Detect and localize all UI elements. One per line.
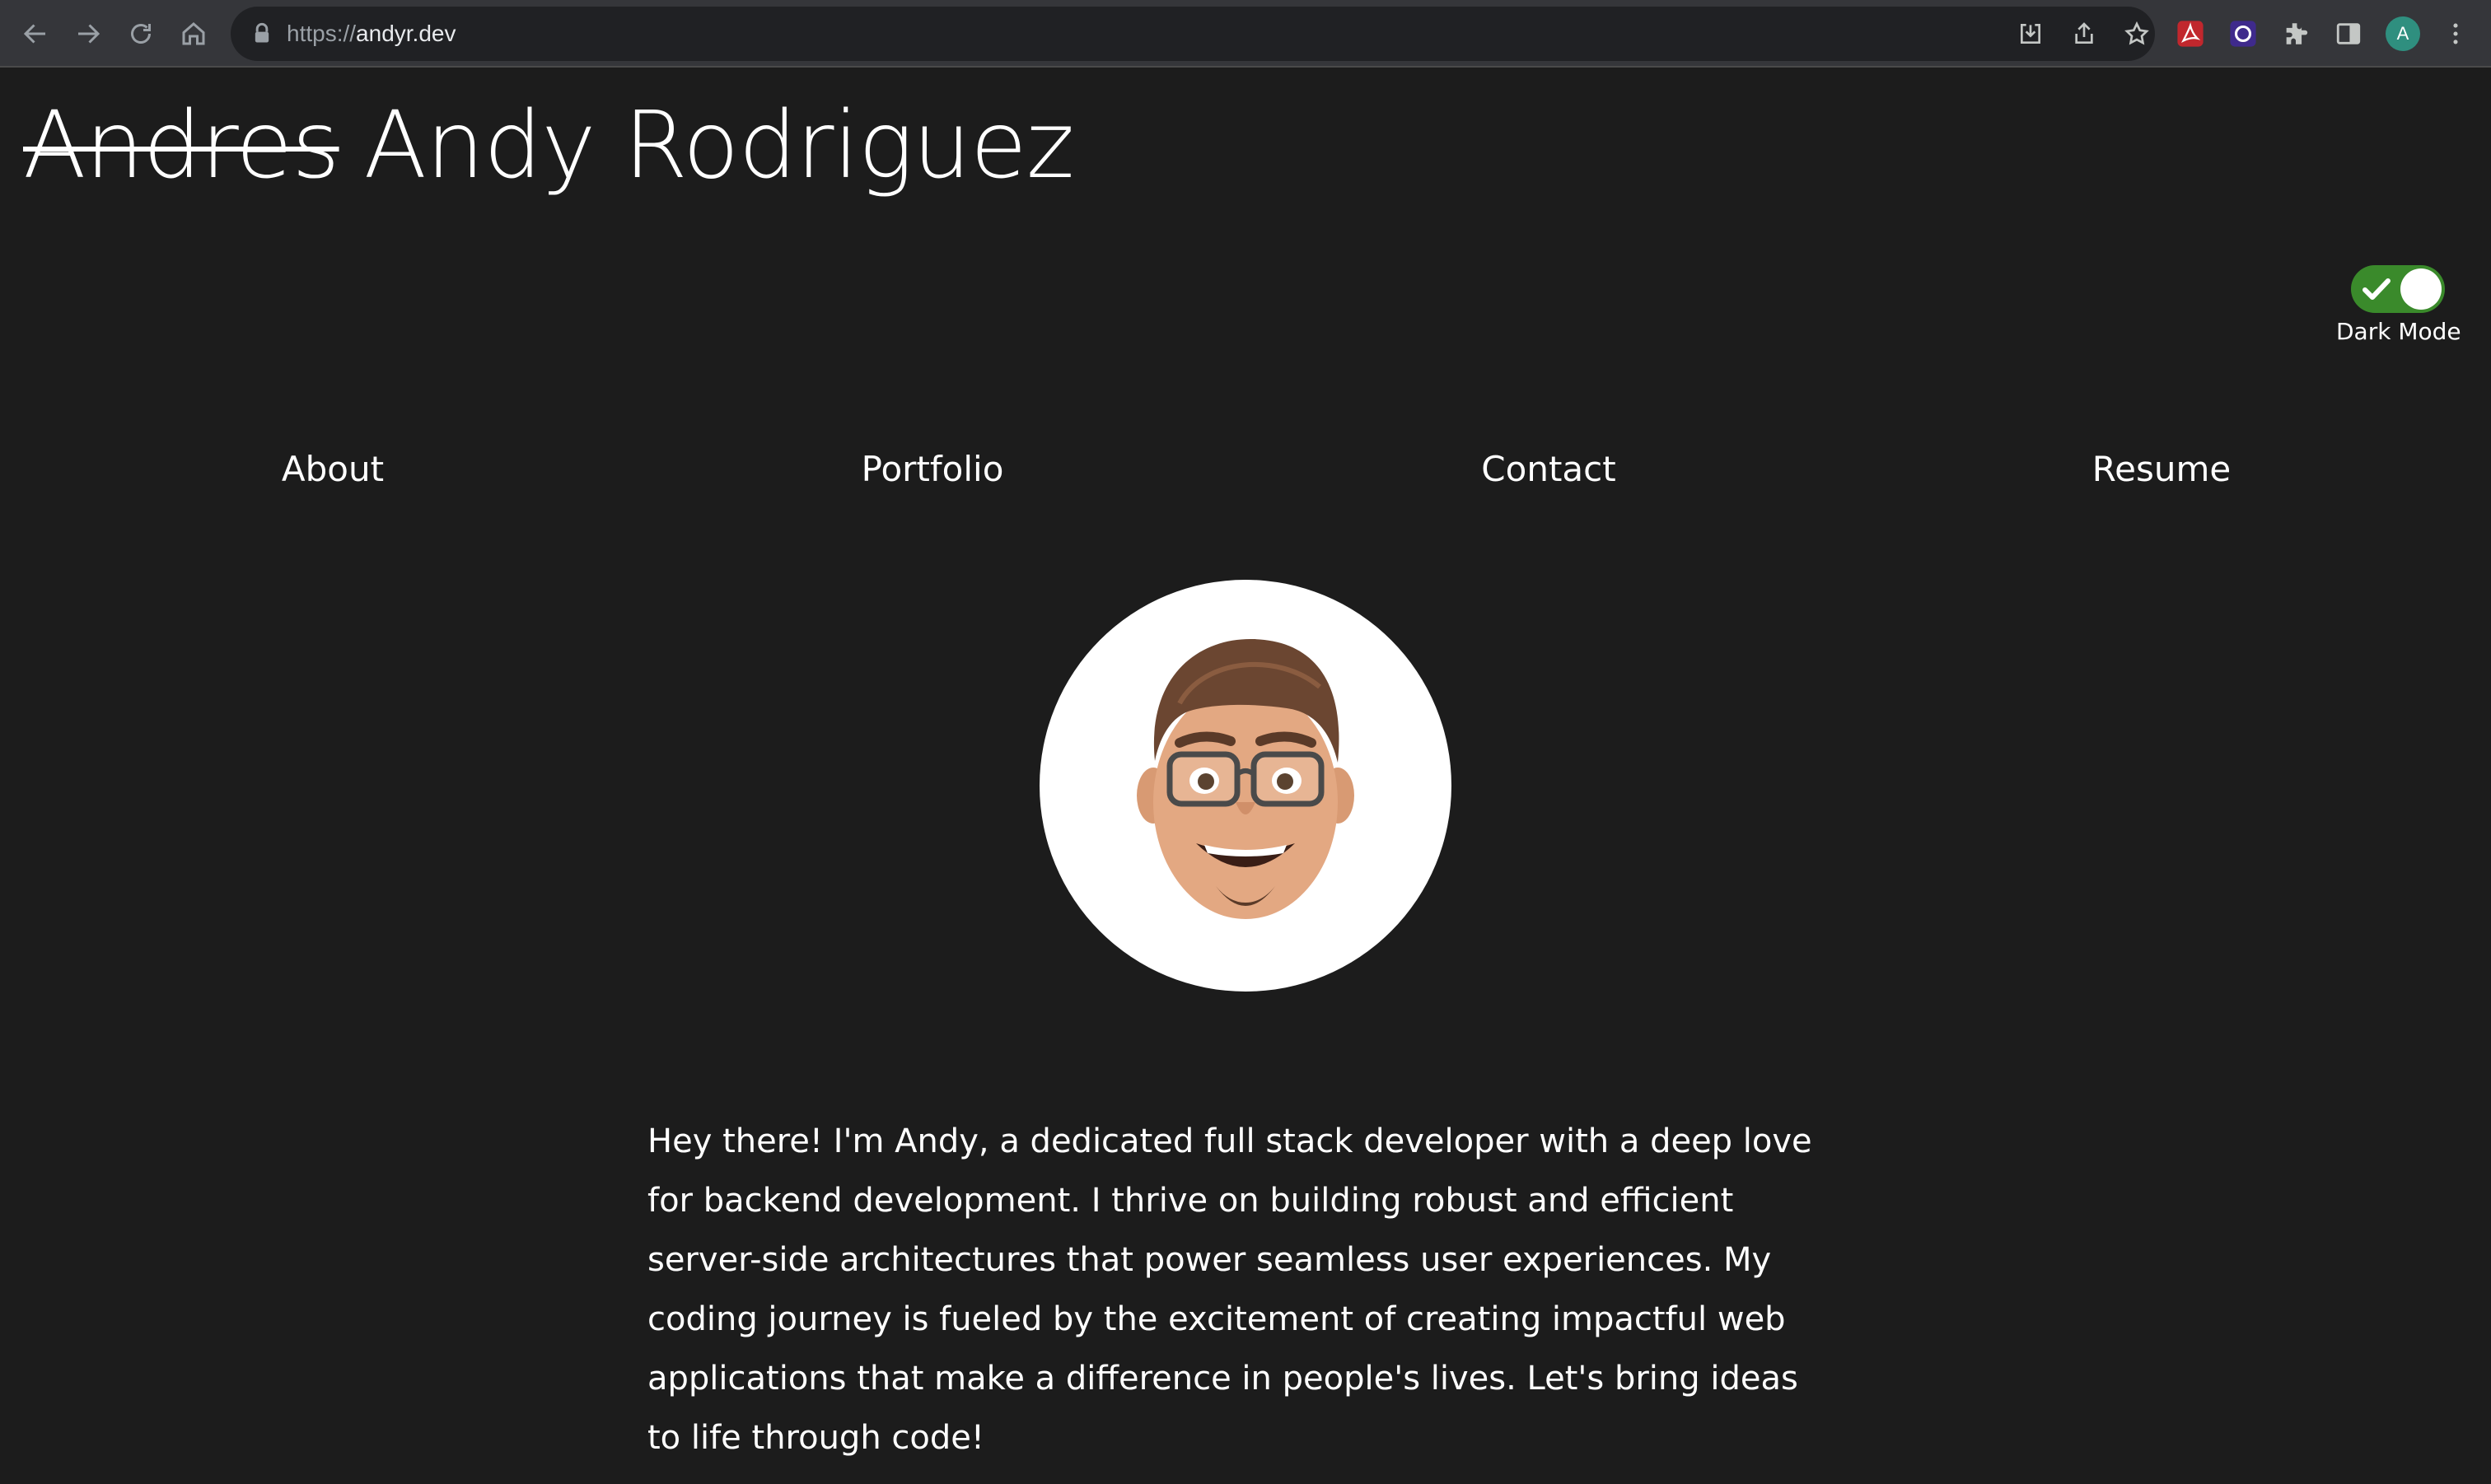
puzzle-extensions-icon: [2286, 23, 2308, 44]
install-app-button[interactable]: [2015, 18, 2046, 49]
back-icon: [23, 24, 45, 44]
browser-menu-button[interactable]: [2437, 15, 2475, 53]
address-bar[interactable]: https://andyr.dev: [231, 7, 2155, 61]
home-button[interactable]: [173, 13, 214, 54]
kebab-menu-icon: [2453, 23, 2458, 44]
url-host: andyr.dev: [356, 21, 456, 46]
side-panel-icon: [2336, 23, 2361, 44]
acrobat-extension-button[interactable]: [2171, 15, 2209, 53]
lock-icon[interactable]: [250, 22, 273, 45]
toggle-knob: [2400, 268, 2442, 310]
acrobat-extension-icon: [2177, 21, 2204, 47]
o-extension-button[interactable]: [2224, 15, 2262, 53]
struck-old-name: Andres: [23, 92, 340, 199]
reload-icon: [131, 24, 151, 44]
nav-portfolio[interactable]: Portfolio: [862, 436, 1004, 502]
dark-mode-control: Dark Mode: [2336, 265, 2461, 345]
reload-button[interactable]: [120, 13, 161, 54]
install-icon: [2021, 24, 2040, 44]
site-title: Andres Andy Rodriguez: [23, 91, 1075, 201]
page-content: Andres Andy Rodriguez Dark Mode About Por…: [0, 68, 2491, 1484]
forward-icon: [78, 24, 100, 44]
extensions-button[interactable]: [2277, 15, 2315, 53]
o-extension-icon: [2230, 21, 2256, 47]
share-button[interactable]: [2068, 18, 2100, 49]
bio-paragraph: Hey there! I'm Andy, a dedicated full st…: [647, 1122, 1812, 1457]
bookmark-button[interactable]: [2121, 18, 2152, 49]
nav-resume[interactable]: Resume: [2092, 436, 2231, 502]
nav-contact[interactable]: Contact: [1481, 436, 1615, 502]
main-nav: About Portfolio Contact Resume: [0, 436, 2491, 502]
side-panel-button[interactable]: [2330, 15, 2367, 53]
checkmark-icon: [2362, 278, 2391, 300]
profile-picture: [1040, 580, 1451, 992]
home-icon: [182, 22, 205, 45]
dark-mode-label: Dark Mode: [2336, 318, 2461, 345]
bookmark-star-icon: [2124, 21, 2149, 45]
memoji-avatar-icon: [1137, 638, 1354, 919]
url-scheme: https://: [287, 21, 357, 46]
nav-about[interactable]: About: [282, 436, 384, 502]
display-name: Andy Rodriguez: [363, 92, 1075, 199]
share-icon: [2075, 22, 2093, 44]
browser-toolbar: https://andyr.dev A: [0, 0, 2491, 68]
back-button[interactable]: [15, 13, 56, 54]
profile-avatar-button[interactable]: A: [2386, 16, 2420, 51]
forward-button[interactable]: [68, 13, 109, 54]
dark-mode-toggle[interactable]: [2351, 265, 2445, 313]
url-text[interactable]: https://andyr.dev: [287, 7, 456, 61]
